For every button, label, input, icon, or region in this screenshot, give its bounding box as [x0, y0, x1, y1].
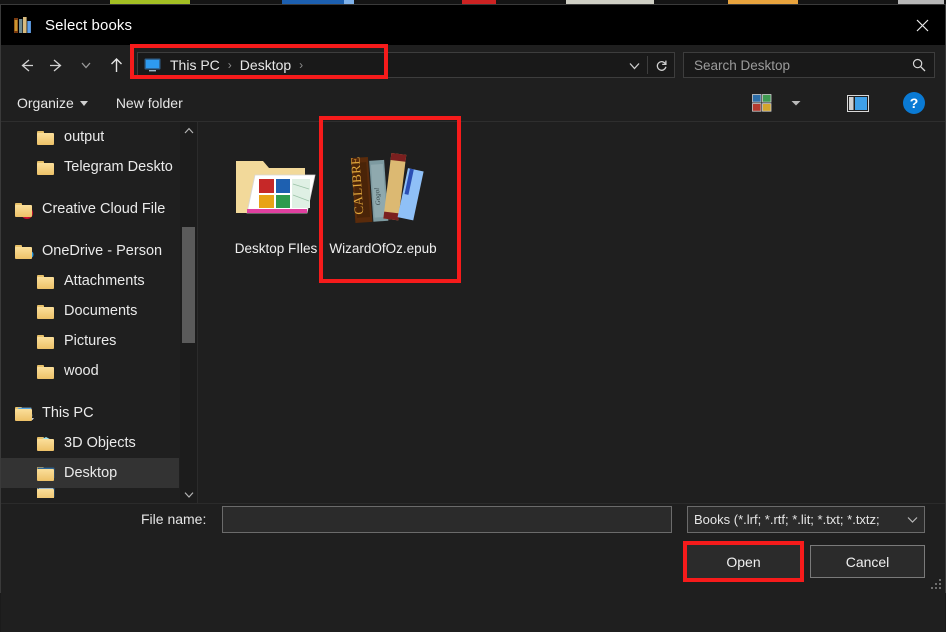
- creative-cloud-icon: [15, 202, 33, 219]
- recent-locations-button[interactable]: [71, 51, 101, 79]
- new-folder-button[interactable]: New folder: [116, 95, 183, 111]
- sidebar-item-label: Attachments: [64, 273, 145, 289]
- new-folder-label: New folder: [115, 95, 183, 111]
- folder-icon: [37, 364, 55, 379]
- sidebar-item-clipped[interactable]: [1, 488, 179, 498]
- folder-open-pictures-icon: [221, 142, 331, 232]
- search-icon: [912, 58, 926, 72]
- folder-icon: [37, 130, 55, 145]
- sidebar-item-label: OneDrive - Person: [42, 243, 163, 259]
- tiles-view-icon[interactable]: [747, 90, 777, 116]
- file-type-value: Books (*.lrf; *.rtf; *.lit; *.txt; *.txt…: [694, 512, 880, 527]
- sidebar-item-label: Creative Cloud File: [42, 201, 166, 217]
- sidebar-item-telegram-desktop[interactable]: Telegram Deskto: [1, 152, 179, 182]
- chevron-down-icon: [79, 100, 88, 106]
- sidebar-item-3d-objects[interactable]: 3D Objects: [1, 428, 179, 458]
- navigation-tree-items: output Telegram Deskto Creative Cloud Fi…: [1, 122, 179, 498]
- file-name-input[interactable]: [223, 507, 671, 532]
- folder-icon: [37, 304, 55, 319]
- file-list-pane[interactable]: Desktop FIles CALIBRE Gogol WizardOfOz.e…: [198, 122, 945, 503]
- open-button[interactable]: Open: [687, 545, 800, 578]
- address-bar-controls: [621, 53, 674, 77]
- sidebar-item-label: 3D Objects: [64, 435, 136, 451]
- breadcrumb: This PC › Desktop ›: [138, 57, 306, 73]
- forward-button[interactable]: [41, 51, 71, 79]
- close-icon[interactable]: [899, 5, 945, 45]
- back-button[interactable]: [11, 51, 41, 79]
- svg-text:Gogol: Gogol: [373, 188, 382, 206]
- onedrive-icon: [15, 244, 34, 259]
- 3d-objects-icon: [37, 436, 55, 451]
- folder-icon: [37, 160, 55, 175]
- this-pc-icon: [15, 406, 34, 421]
- sidebar-item-pictures[interactable]: Pictures: [1, 326, 179, 356]
- monitor-icon: [144, 58, 161, 72]
- sidebar-item-label: Telegram Deskto: [64, 159, 173, 175]
- address-history-icon[interactable]: [621, 53, 647, 77]
- sidebar-item-label: This PC: [42, 405, 94, 421]
- file-dialog-window: Select books This PC › Desktop › Search …: [0, 4, 946, 632]
- sidebar-item-documents[interactable]: Documents: [1, 296, 179, 326]
- file-name-label-static: File name:: [141, 511, 207, 527]
- breadcrumb-separator[interactable]: ›: [225, 58, 235, 72]
- sidebar-item-output[interactable]: output: [1, 122, 179, 152]
- sidebar-item-label: Pictures: [64, 333, 117, 349]
- toolbar: Organize New folder ?: [1, 85, 945, 122]
- cancel-button[interactable]: Cancel: [810, 545, 925, 578]
- organize-button[interactable]: Organize: [17, 95, 88, 111]
- preview-pane-icon[interactable]: [843, 90, 873, 116]
- address-bar[interactable]: This PC › Desktop ›: [137, 52, 675, 78]
- breadcrumb-item-desktop[interactable]: Desktop: [237, 57, 294, 73]
- chevron-down-icon[interactable]: [180, 486, 197, 503]
- file-name-label: Desktop FIles: [234, 241, 318, 256]
- sidebar-scrollbar[interactable]: [180, 122, 197, 503]
- file-item-desktop-files[interactable]: Desktop FIles: [221, 142, 331, 257]
- folder-icon: [37, 274, 55, 289]
- help-icon[interactable]: ?: [899, 90, 929, 116]
- dialog-body: output Telegram Deskto Creative Cloud Fi…: [1, 122, 945, 503]
- window-title: Select books: [45, 16, 133, 34]
- screen: Select books This PC › Desktop › Search …: [0, 0, 946, 632]
- monitor-icon: [37, 466, 55, 481]
- search-box[interactable]: [683, 52, 935, 78]
- navigation-tree: output Telegram Deskto Creative Cloud Fi…: [1, 122, 198, 503]
- sidebar-item-label: wood: [64, 363, 99, 379]
- breadcrumb-item-this-pc[interactable]: This PC: [167, 57, 223, 73]
- chevron-down-icon: [907, 517, 918, 523]
- sidebar-item-label: output: [64, 129, 105, 145]
- resize-grip-icon[interactable]: [931, 579, 942, 590]
- sidebar-item-attachments[interactable]: Attachments: [1, 266, 179, 296]
- sidebar-item-wood[interactable]: wood: [1, 356, 179, 386]
- folder-icon: [37, 334, 55, 349]
- file-name-field[interactable]: [222, 506, 672, 533]
- calibre-books-icon: CALIBRE Gogol: [328, 142, 438, 232]
- file-name-label: WizardOfOz.epub: [329, 241, 437, 256]
- title-bar: Select books: [1, 5, 945, 45]
- up-button[interactable]: [101, 51, 131, 79]
- sidebar-item-label: Desktop: [64, 465, 118, 481]
- sidebar-item-label: Documents: [64, 303, 138, 319]
- navigation-bar: This PC › Desktop ›: [1, 45, 945, 85]
- chevron-up-icon[interactable]: [180, 122, 197, 139]
- toolbar-view-controls: ?: [747, 90, 929, 116]
- organize-label: Organize: [17, 95, 74, 111]
- monitor-icon-partial: [37, 488, 55, 498]
- search-input[interactable]: [692, 56, 912, 74]
- sidebar-item-this-pc[interactable]: This PC: [1, 398, 179, 428]
- file-type-dropdown[interactable]: Books (*.lrf; *.rtf; *.lit; *.txt; *.txt…: [687, 506, 925, 533]
- sidebar-item-desktop[interactable]: Desktop: [1, 458, 179, 488]
- sidebar-item-creative-cloud-files[interactable]: Creative Cloud File: [1, 194, 179, 224]
- books-icon: [13, 16, 35, 34]
- file-item-wizardofoz-epub[interactable]: CALIBRE Gogol WizardOfOz.epub: [328, 142, 438, 257]
- breadcrumb-separator-end[interactable]: ›: [296, 58, 306, 72]
- refresh-icon[interactable]: [648, 53, 674, 77]
- help-label: ?: [903, 92, 925, 114]
- sidebar-item-onedrive-personal[interactable]: OneDrive - Person: [1, 236, 179, 266]
- view-options-chevron-down-icon[interactable]: [781, 90, 811, 116]
- scrollbar-thumb[interactable]: [182, 227, 195, 343]
